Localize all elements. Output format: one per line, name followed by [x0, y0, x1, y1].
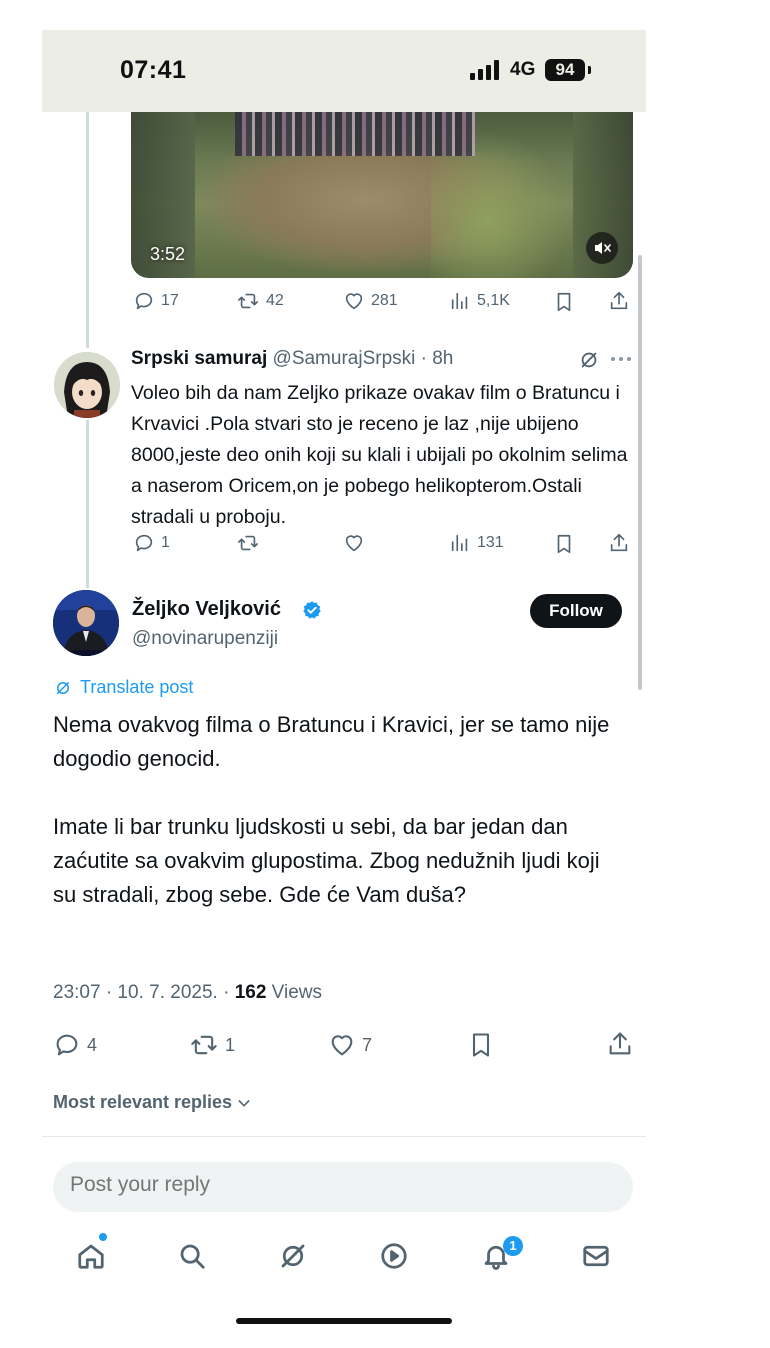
- reply-action[interactable]: 17: [133, 290, 179, 312]
- speaker-muted-icon: [595, 242, 611, 254]
- repost-count: 42: [266, 292, 284, 309]
- share-action[interactable]: [608, 531, 630, 555]
- repost-action[interactable]: 1: [189, 1031, 235, 1059]
- repost-icon: [238, 535, 258, 551]
- mail-icon: [583, 1245, 609, 1267]
- grok-icon[interactable]: [578, 349, 600, 371]
- views-label: Views: [266, 982, 323, 1003]
- bookmark-action[interactable]: [553, 290, 575, 314]
- bookmark-icon: [557, 534, 571, 554]
- reply-action[interactable]: 1: [133, 532, 170, 554]
- notification-badge: 1: [503, 1236, 523, 1256]
- bookmark-action[interactable]: [467, 1030, 495, 1060]
- translate-label: Translate post: [80, 677, 194, 697]
- repost-icon: [238, 293, 258, 309]
- tweet-text: Nema ovakvog filma o Bratuncu i Kravici,…: [53, 708, 623, 946]
- grok-icon: [281, 1244, 305, 1268]
- search-icon: [180, 1244, 205, 1269]
- reply-header: Srpski samuraj @SamurajSrpski · 8h: [131, 348, 453, 370]
- video-frame-crowd: [235, 112, 475, 156]
- like-action[interactable]: [343, 532, 371, 554]
- reply-count: 17: [161, 292, 179, 309]
- heart-icon: [331, 1035, 353, 1056]
- tweet-paragraph: Imate li bar trunku ljudskosti u sebi, d…: [53, 814, 600, 907]
- views-icon: [451, 534, 468, 552]
- status-time: 07:41: [120, 56, 187, 84]
- repost-action[interactable]: 42: [236, 290, 284, 312]
- reply-input[interactable]: [70, 1173, 590, 1197]
- repost-count: 1: [225, 1034, 236, 1055]
- grok-icon: [57, 681, 69, 694]
- thread-line: [86, 420, 89, 588]
- reply-count: 1: [161, 534, 170, 551]
- nav-grok[interactable]: [278, 1241, 308, 1271]
- like-action[interactable]: 7: [328, 1031, 372, 1059]
- reply-icon: [135, 534, 153, 552]
- translate-post-link[interactable]: Translate post: [54, 677, 193, 698]
- thread-line: [86, 112, 89, 348]
- reply-text: Voleo bih da nam Zeljko prikaze ovakav f…: [131, 382, 628, 528]
- nav-messages[interactable]: [581, 1241, 611, 1271]
- home-indicator[interactable]: [236, 1318, 452, 1324]
- views-action[interactable]: 5,1K: [449, 290, 510, 312]
- verified-badge-icon: [302, 600, 322, 620]
- like-count: 7: [362, 1034, 373, 1055]
- reply-count: 4: [87, 1034, 98, 1055]
- reply-author-handle[interactable]: @SamurajSrpski · 8h: [273, 348, 454, 369]
- views-icon: [451, 292, 468, 310]
- share-icon: [609, 1032, 631, 1055]
- avatar[interactable]: [54, 352, 120, 418]
- share-action[interactable]: [606, 1029, 634, 1059]
- replies-sort-label: Most relevant replies: [53, 1092, 233, 1112]
- author-name[interactable]: Željko Veljković: [132, 598, 281, 621]
- divider: [42, 1136, 646, 1137]
- follow-button[interactable]: Follow: [530, 594, 622, 628]
- reply-author-name[interactable]: Srpski samuraj: [131, 348, 267, 369]
- bookmark-icon: [557, 292, 571, 312]
- share-action[interactable]: [608, 289, 630, 313]
- nav-home[interactable]: [76, 1241, 106, 1271]
- home-unread-dot: [99, 1233, 107, 1241]
- reply-icon: [56, 1034, 78, 1056]
- tweet-paragraph: Nema ovakvog filma o Bratuncu i Kravici,…: [53, 712, 610, 771]
- nav-search[interactable]: [177, 1241, 207, 1271]
- scrollbar[interactable]: [638, 255, 642, 690]
- author-handle[interactable]: @novinarupenziji: [132, 628, 278, 650]
- mute-button[interactable]: [586, 232, 618, 264]
- more-options-icon[interactable]: [610, 355, 632, 363]
- like-count: 281: [371, 292, 398, 309]
- views-count: 131: [477, 534, 504, 551]
- tweet-timestamp: 23:07 · 10. 7. 2025. ·: [53, 982, 235, 1003]
- heart-icon: [345, 535, 363, 552]
- video-duration: 3:52: [150, 244, 186, 264]
- nav-video[interactable]: [379, 1241, 409, 1271]
- like-action[interactable]: 281: [343, 290, 398, 312]
- share-icon: [610, 291, 628, 310]
- status-bar: 07:41 4G 94: [42, 30, 646, 112]
- bookmark-icon: [472, 1033, 490, 1057]
- presenter-avatar-image: [53, 590, 119, 656]
- views-count: 5,1K: [477, 292, 510, 309]
- signal-icon: [470, 60, 502, 80]
- heart-icon: [345, 293, 363, 310]
- chevron-down-icon: [238, 1099, 250, 1107]
- avatar[interactable]: [53, 590, 119, 656]
- views-action[interactable]: 131: [449, 532, 504, 554]
- battery-tip: [588, 66, 591, 74]
- battery-icon: 94: [545, 59, 585, 81]
- reply-icon: [135, 292, 153, 310]
- replies-sort-dropdown[interactable]: Most relevant replies: [53, 1092, 252, 1113]
- tweet-meta: 23:07 · 10. 7. 2025. · 162 Views: [53, 982, 322, 1004]
- network-type: 4G: [510, 59, 536, 80]
- video-player[interactable]: 3:52: [131, 112, 633, 278]
- views-number: 162: [234, 982, 267, 1003]
- anime-avatar-image: [54, 352, 120, 418]
- share-icon: [610, 533, 628, 552]
- bookmark-action[interactable]: [553, 532, 575, 556]
- home-icon: [78, 1244, 104, 1269]
- repost-action[interactable]: [236, 532, 266, 554]
- play-circle-icon: [381, 1243, 407, 1269]
- reply-action[interactable]: 4: [53, 1031, 97, 1059]
- repost-icon: [191, 1035, 217, 1055]
